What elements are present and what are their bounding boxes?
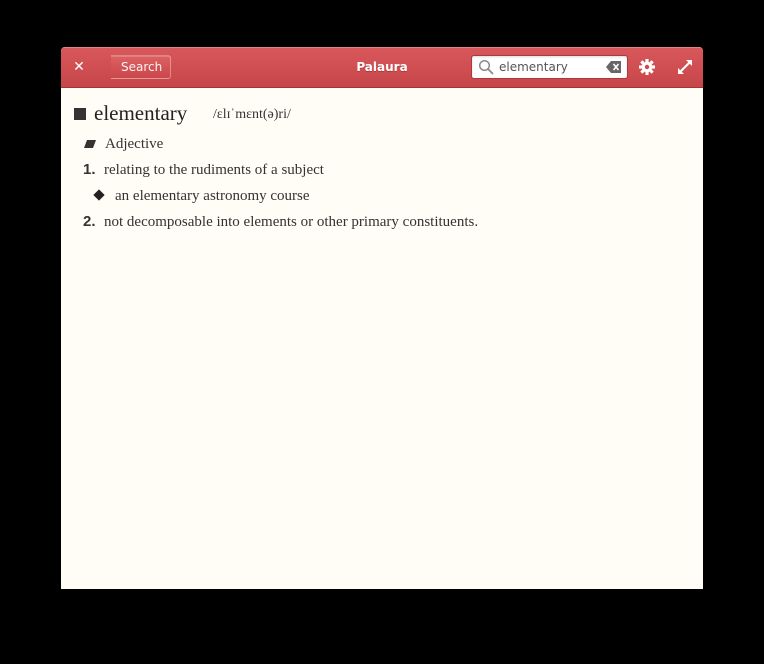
search-icon: [478, 59, 494, 75]
clear-icon[interactable]: [606, 60, 622, 74]
part-of-speech-icon: [84, 140, 96, 148]
gear-icon[interactable]: [638, 58, 656, 76]
definition-text: relating to the rudiments of a subject: [104, 162, 324, 178]
search-input[interactable]: [499, 58, 604, 76]
example-bullet-icon: [93, 189, 105, 201]
search-field[interactable]: [471, 55, 628, 79]
definition-number: 2.: [83, 213, 96, 230]
back-button[interactable]: Search: [111, 55, 172, 79]
fullscreen-icon[interactable]: [676, 58, 694, 76]
definition-example: an elementary astronomy course: [115, 188, 310, 204]
definition-text: not decomposable into elements or other …: [104, 214, 479, 230]
entry-word: elementary: [94, 101, 188, 125]
back-button-label: Search: [121, 60, 163, 74]
definition-view: elementary /ɛlɪˈmɛnt(ə)ri/ Adjective 1. …: [61, 88, 703, 589]
app-window: ✕ Search Palaura elementary elementary /…: [61, 47, 703, 589]
definition-number: 1.: [83, 161, 96, 178]
close-icon[interactable]: ✕: [71, 57, 87, 77]
word-bullet-icon: [74, 108, 86, 120]
headerbar: ✕ Search Palaura: [61, 47, 703, 88]
entry-phonetic: /ɛlɪˈmɛnt(ə)ri/: [213, 107, 291, 122]
part-of-speech: Adjective: [105, 136, 164, 152]
